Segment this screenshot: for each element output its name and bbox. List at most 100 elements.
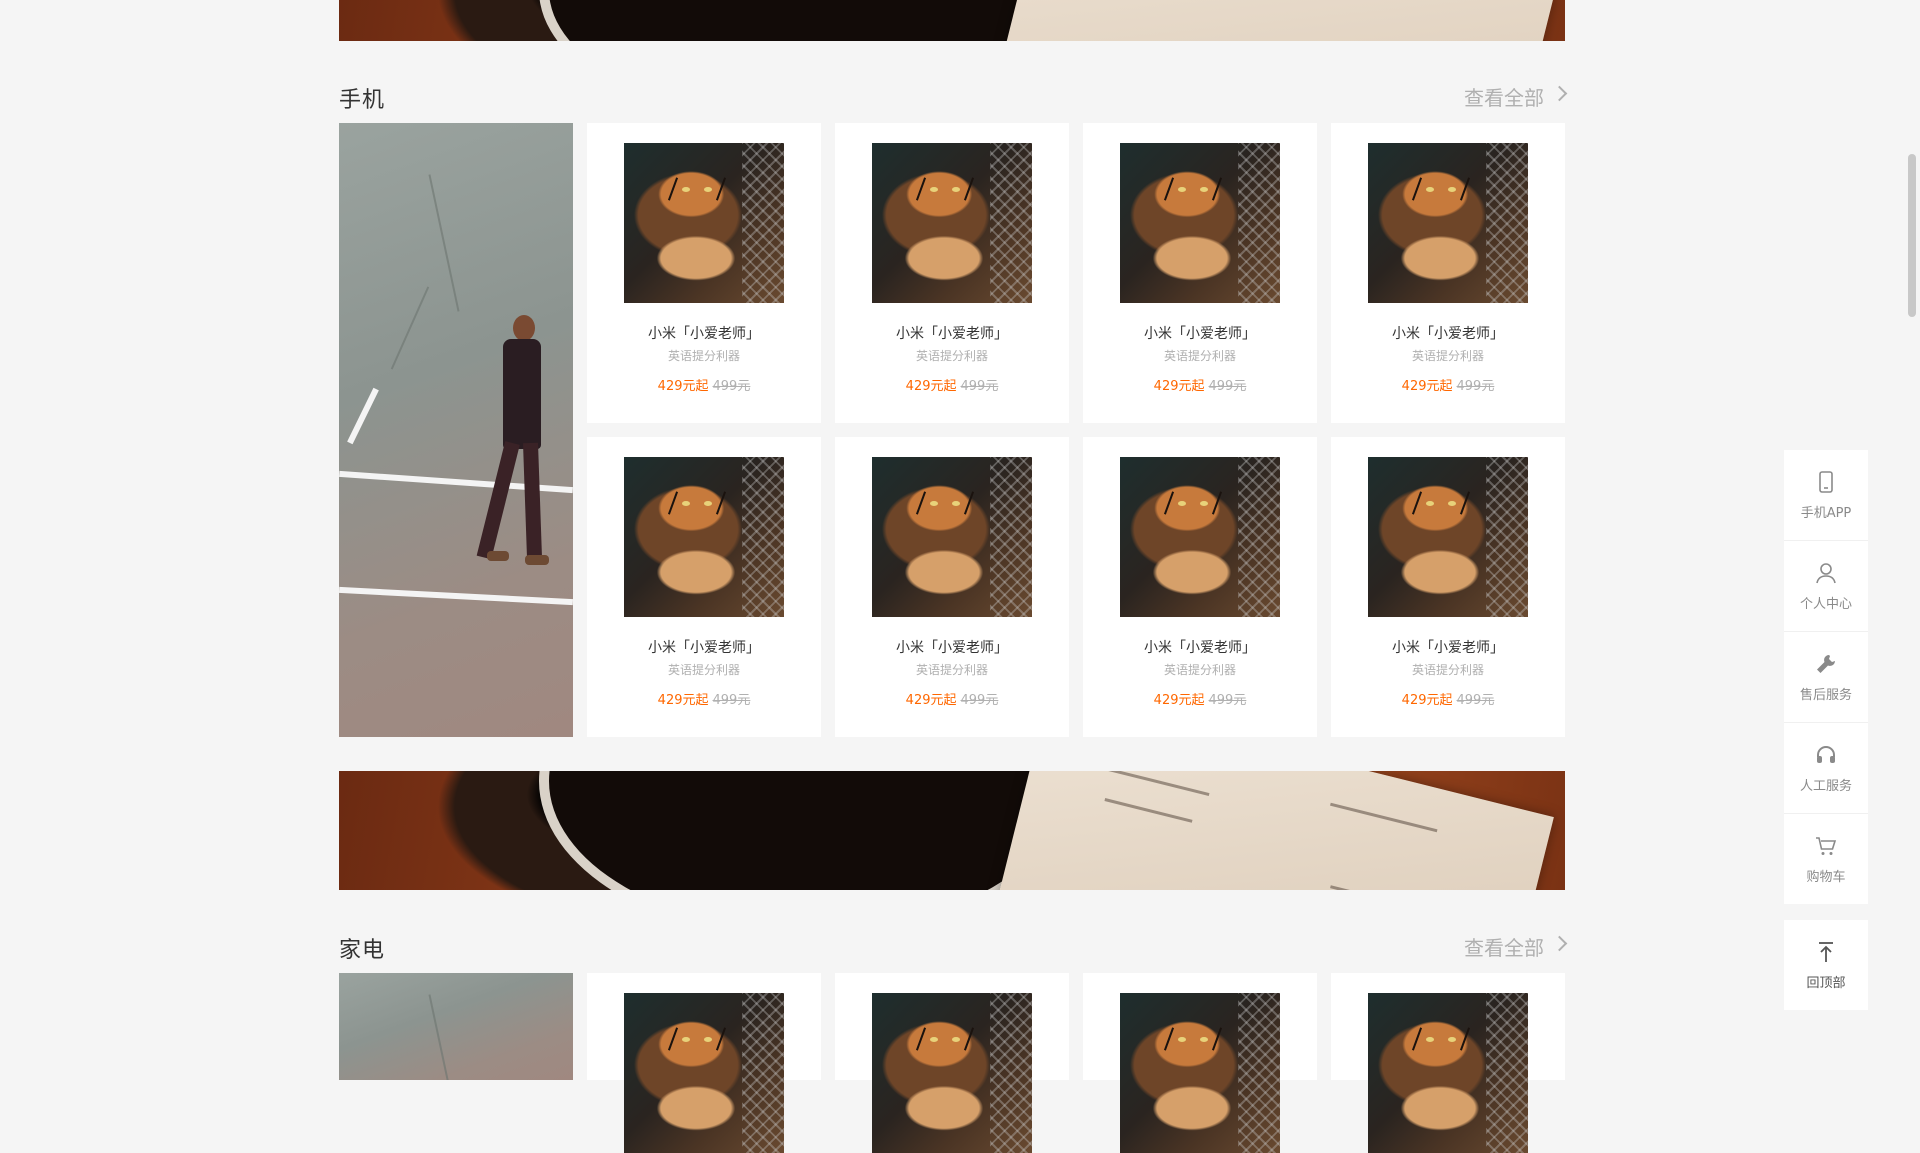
view-all-link[interactable]: 查看全部 — [1464, 82, 1568, 111]
price-original: 499元 — [1208, 693, 1247, 708]
product-price: 429元起 499元 — [1083, 375, 1317, 394]
product-image — [1120, 143, 1280, 303]
product-card[interactable] — [835, 973, 1069, 1153]
product-price: 429元起 499元 — [835, 375, 1069, 394]
sidebar-item-label: 手机APP — [1800, 505, 1852, 521]
price-current: 429元起 — [1153, 693, 1205, 708]
product-image — [624, 143, 784, 303]
price-original: 499元 — [712, 693, 751, 708]
sidebar-item-service[interactable]: 售后服务 — [1784, 632, 1868, 723]
product-price: 429元起 499元 — [1083, 689, 1317, 708]
price-current: 429元起 — [905, 379, 957, 394]
product-price: 429元起 499元 — [1331, 375, 1565, 394]
product-image — [872, 993, 1032, 1153]
price-original: 499元 — [1208, 379, 1247, 394]
product-name: 小米「小爱老师」 — [1144, 326, 1256, 342]
promo-image[interactable] — [339, 973, 573, 1080]
product-card[interactable] — [587, 973, 821, 1153]
product-image — [1368, 143, 1528, 303]
product-desc: 英语提分利器 — [915, 663, 988, 677]
product-card[interactable]: 小米「小爱老师」 英语提分利器 429元起 499元 — [1083, 123, 1317, 423]
price-original: 499元 — [960, 693, 999, 708]
product-image — [1368, 993, 1528, 1153]
product-card[interactable]: 小米「小爱老师」 英语提分利器 429元起 499元 — [587, 123, 821, 423]
product-name: 小米「小爱老师」 — [648, 326, 760, 342]
section-title-phones: 手机 — [339, 88, 386, 113]
product-image — [1120, 993, 1280, 1153]
promo-image[interactable] — [339, 123, 573, 737]
phone-icon — [1819, 470, 1833, 493]
receipt-shape — [996, 771, 1554, 890]
product-desc: 英语提分利器 — [915, 349, 988, 363]
headset-icon — [1817, 745, 1835, 763]
product-image — [624, 457, 784, 617]
product-name: 小米「小爱老师」 — [648, 640, 760, 656]
price-current: 429元起 — [1153, 379, 1205, 394]
sidebar-item-label: 购物车 — [1806, 869, 1846, 885]
product-name: 小米「小爱老师」 — [896, 326, 1008, 342]
walking-man — [476, 315, 559, 575]
product-desc: 英语提分利器 — [1411, 349, 1484, 363]
back-to-top-panel: 回顶部 — [1784, 920, 1868, 1010]
product-name: 小米「小爱老师」 — [1392, 326, 1504, 342]
product-desc: 英语提分利器 — [667, 349, 740, 363]
product-card[interactable]: 小米「小爱老师」 英语提分利器 429元起 499元 — [1331, 437, 1565, 737]
sidebar-item-label: 人工服务 — [1799, 778, 1852, 794]
product-card[interactable] — [1083, 973, 1317, 1153]
sidebar-item-label: 个人中心 — [1799, 596, 1852, 612]
product-price: 429元起 499元 — [587, 375, 821, 394]
price-original: 499元 — [1456, 379, 1495, 394]
sidebar-item-cart[interactable]: 购物车 — [1784, 814, 1868, 904]
product-image — [624, 993, 784, 1153]
price-original: 499元 — [960, 379, 999, 394]
section-title-appliances: 家电 — [339, 938, 386, 963]
product-card[interactable]: 小米「小爱老师」 英语提分利器 429元起 499元 — [1083, 437, 1317, 737]
price-current: 429元起 — [1401, 379, 1453, 394]
coffee-cup — [539, 0, 1079, 41]
product-desc: 英语提分利器 — [667, 663, 740, 677]
price-current: 429元起 — [1401, 693, 1453, 708]
back-to-top-button[interactable]: 回顶部 — [1784, 920, 1868, 1010]
user-icon — [1816, 562, 1836, 583]
product-name: 小米「小爱老师」 — [896, 640, 1008, 656]
product-card[interactable] — [1331, 973, 1565, 1153]
scrollbar-thumb[interactable] — [1908, 154, 1916, 317]
sidebar-item-app[interactable]: 手机APP — [1784, 450, 1868, 541]
arrow-up-icon — [1819, 941, 1833, 962]
scrollbar[interactable] — [1903, 0, 1920, 1080]
price-original: 499元 — [712, 379, 751, 394]
product-image — [1120, 457, 1280, 617]
product-name: 小米「小爱老师」 — [1144, 640, 1256, 656]
product-desc: 英语提分利器 — [1411, 663, 1484, 677]
product-image — [872, 143, 1032, 303]
top-banner-image[interactable] — [339, 0, 1565, 41]
middle-banner-image[interactable] — [339, 771, 1565, 890]
product-card[interactable]: 小米「小爱老师」 英语提分利器 429元起 499元 — [835, 437, 1069, 737]
price-current: 429元起 — [657, 693, 709, 708]
price-current: 429元起 — [905, 693, 957, 708]
coffee-cup — [539, 771, 1079, 890]
product-card[interactable]: 小米「小爱老师」 英语提分利器 429元起 499元 — [1331, 123, 1565, 423]
back-to-top-label: 回顶部 — [1806, 975, 1846, 991]
wrench-icon — [1817, 654, 1835, 673]
cart-icon — [1816, 836, 1837, 855]
view-all-label: 查看全部 — [1464, 936, 1544, 960]
view-all-link[interactable]: 查看全部 — [1464, 932, 1568, 961]
product-image — [872, 457, 1032, 617]
product-card[interactable]: 小米「小爱老师」 英语提分利器 429元起 499元 — [587, 437, 821, 737]
product-image — [1368, 457, 1528, 617]
price-current: 429元起 — [657, 379, 709, 394]
price-original: 499元 — [1456, 693, 1495, 708]
sidebar-item-account[interactable]: 个人中心 — [1784, 541, 1868, 632]
sidebar-item-support[interactable]: 人工服务 — [1784, 723, 1868, 814]
product-desc: 英语提分利器 — [1163, 349, 1236, 363]
product-price: 429元起 499元 — [835, 689, 1069, 708]
product-price: 429元起 499元 — [587, 689, 821, 708]
receipt-shape — [996, 0, 1554, 41]
chevron-right-icon — [1551, 85, 1568, 102]
view-all-label: 查看全部 — [1464, 86, 1544, 110]
product-card[interactable]: 小米「小爱老师」 英语提分利器 429元起 499元 — [835, 123, 1069, 423]
floating-sidebar: 手机APP 个人中心 售后服务 人工服务 购物车 — [1784, 450, 1868, 904]
product-price: 429元起 499元 — [1331, 689, 1565, 708]
chevron-right-icon — [1551, 935, 1568, 952]
